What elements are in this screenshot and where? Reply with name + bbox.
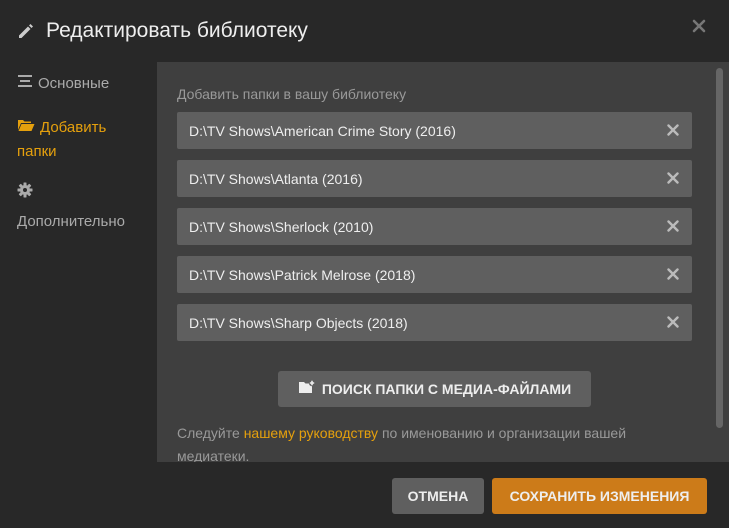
cancel-button[interactable]: ОТМЕНА xyxy=(392,478,484,514)
section-label: Добавить папки в вашу библиотеку xyxy=(177,86,407,102)
close-icon[interactable] xyxy=(689,16,709,36)
folder-row: D:\TV Shows\Patrick Melrose (2018) xyxy=(177,256,692,293)
remove-folder-icon[interactable] xyxy=(664,169,682,187)
sidebar-item-add-folders[interactable]: Добавить папки xyxy=(17,116,147,164)
sidebar-item-advanced[interactable]: Дополнительно xyxy=(17,182,147,234)
save-changes-button[interactable]: СОХРАНИТЬ ИЗМЕНЕНИЯ xyxy=(492,478,707,514)
dialog-header: Редактировать библиотеку xyxy=(0,0,729,62)
edit-library-dialog: Редактировать библиотеку Основные Добави… xyxy=(0,0,729,528)
sidebar: Основные Добавить папки Дополнительно xyxy=(0,62,157,462)
remove-folder-icon[interactable] xyxy=(664,121,682,139)
help-prefix: Следуйте xyxy=(177,425,244,441)
sidebar-item-label: Основные xyxy=(38,75,110,92)
sidebar-item-label: Дополнительно xyxy=(17,213,125,230)
folder-path: D:\TV Shows\Sherlock (2010) xyxy=(189,218,374,235)
folder-row: D:\TV Shows\Sharp Objects (2018) xyxy=(177,304,692,341)
folder-row: D:\TV Shows\American Crime Story (2016) xyxy=(177,112,692,149)
help-text: Следуйте нашему руководству по именовани… xyxy=(177,422,697,462)
folder-plus-icon xyxy=(298,379,316,400)
remove-folder-icon[interactable] xyxy=(664,313,682,331)
gear-icon xyxy=(17,182,142,206)
folder-row: D:\TV Shows\Sherlock (2010) xyxy=(177,208,692,245)
remove-folder-icon[interactable] xyxy=(664,217,682,235)
folder-open-icon xyxy=(17,116,35,140)
folder-path: D:\TV Shows\American Crime Story (2016) xyxy=(189,122,456,139)
pencil-icon xyxy=(16,21,36,41)
remove-folder-icon[interactable] xyxy=(664,265,682,283)
browse-media-folder-button[interactable]: ПОИСК ПАПКИ С МЕДИА-ФАЙЛАМИ xyxy=(278,371,591,407)
folder-path: D:\TV Shows\Atlanta (2016) xyxy=(189,170,363,187)
scrollbar-thumb[interactable] xyxy=(716,68,723,428)
browse-button-label: ПОИСК ПАПКИ С МЕДИА-ФАЙЛАМИ xyxy=(321,381,572,397)
folder-path: D:\TV Shows\Sharp Objects (2018) xyxy=(189,314,408,331)
list-icon xyxy=(17,72,33,96)
folder-row: D:\TV Shows\Atlanta (2016) xyxy=(177,160,692,197)
sidebar-item-basic[interactable]: Основные xyxy=(17,72,147,96)
guide-link[interactable]: нашему руководству xyxy=(244,425,378,441)
scrollbar[interactable] xyxy=(712,62,729,462)
folder-path: D:\TV Shows\Patrick Melrose (2018) xyxy=(189,266,416,283)
dialog-footer: ОТМЕНА СОХРАНИТЬ ИЗМЕНЕНИЯ xyxy=(0,462,729,528)
dialog-title: Редактировать библиотеку xyxy=(46,19,308,42)
main-panel: Добавить папки в вашу библиотеку D:\TV S… xyxy=(157,62,729,462)
